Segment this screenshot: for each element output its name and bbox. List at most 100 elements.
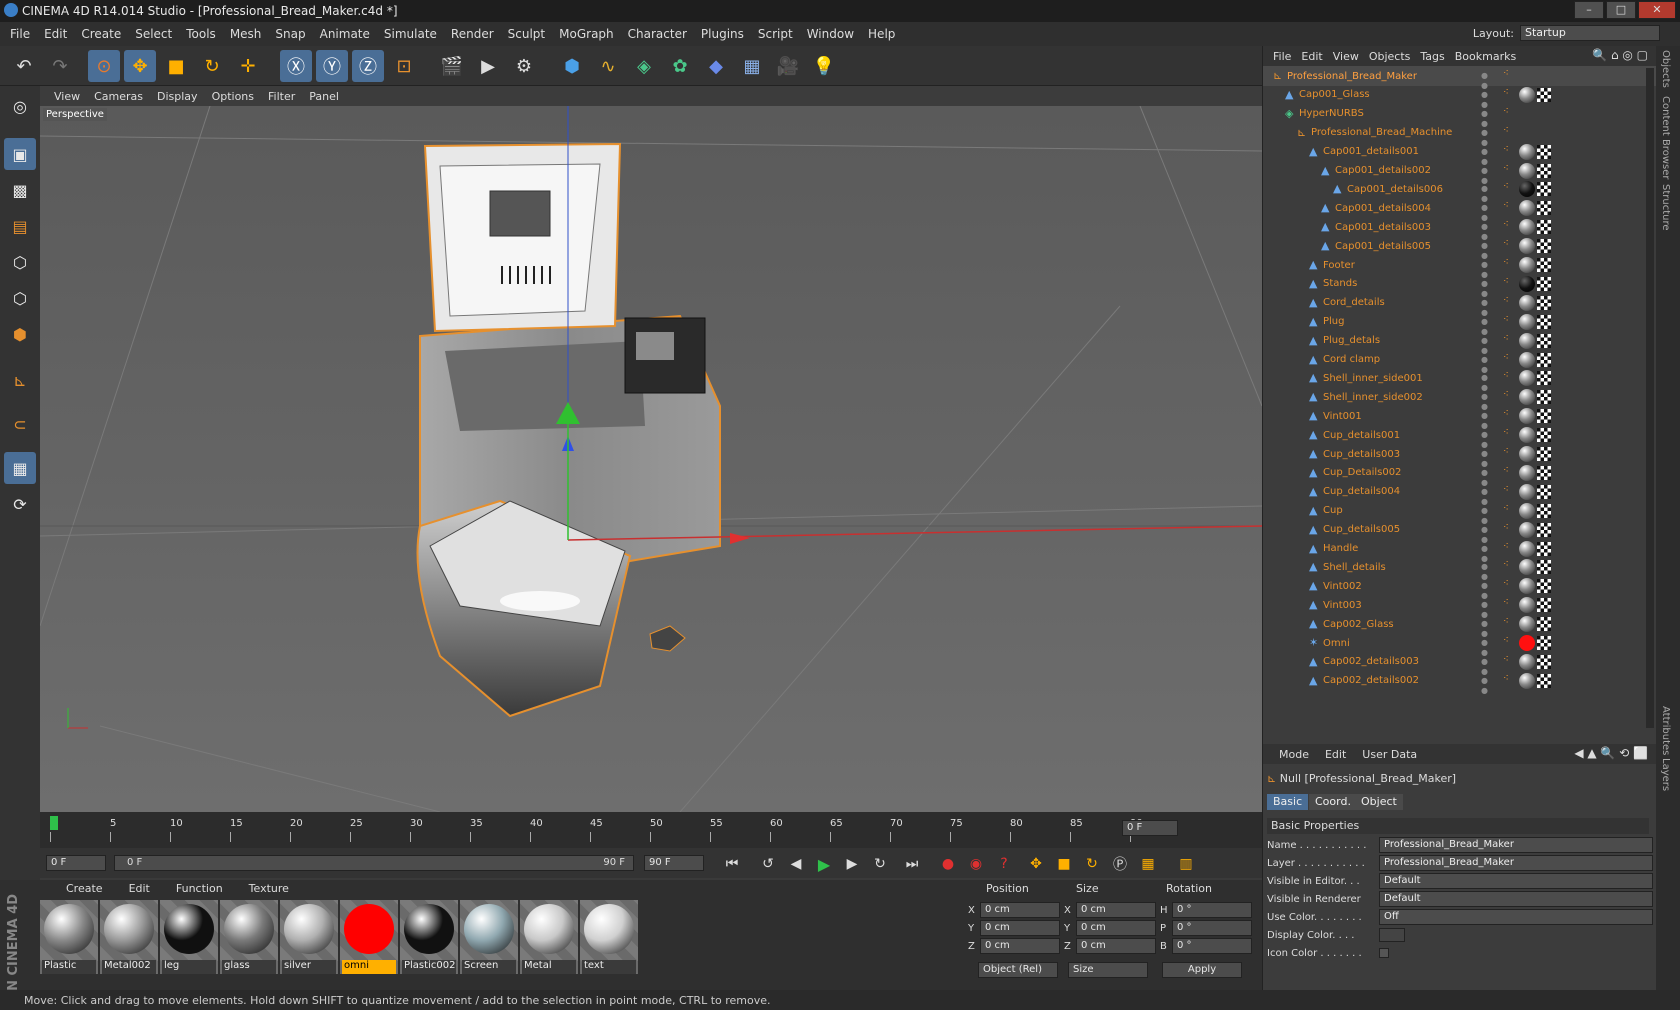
z-axis-lock-icon[interactable]: Ⓩ (352, 50, 384, 82)
make-editable-icon[interactable]: ◎ (4, 90, 36, 122)
render-picture-viewer-icon[interactable]: ▶ (472, 50, 504, 82)
texture-tag-icon[interactable] (1537, 654, 1551, 669)
phong-tag-icon[interactable]: ⁖ (1503, 200, 1517, 216)
y-axis-lock-icon[interactable]: Ⓨ (316, 50, 348, 82)
texture-tag-icon[interactable] (1537, 163, 1551, 178)
next-key-icon[interactable]: ↻ (864, 848, 896, 880)
visibility-dots-icon[interactable]: ● ● (1481, 90, 1495, 109)
material-tag-icon[interactable] (1519, 653, 1535, 670)
texture-tag-icon[interactable] (1537, 87, 1551, 102)
attribute-nav-icon[interactable]: ◀ ▲ 🔍 ⟲ ⬜ (1574, 746, 1648, 760)
minimize-button[interactable]: – (1574, 1, 1604, 19)
end-frame-field[interactable]: 90 F (644, 855, 704, 871)
keyframe-selection-icon[interactable]: ? (988, 848, 1020, 880)
object-menu-file[interactable]: File (1273, 50, 1291, 63)
phong-tag-icon[interactable]: ⁖ (1503, 87, 1517, 103)
texture-tag-icon[interactable] (1537, 295, 1551, 310)
texture-tag-icon[interactable] (1537, 447, 1551, 461)
undo-icon[interactable]: ↶ (8, 50, 40, 82)
visibility-dots-icon[interactable]: ● ● (1481, 468, 1495, 487)
object-row[interactable]: ▲ Cap002_details002 ● ● ⁖ (1263, 671, 1657, 695)
visibility-dots-icon[interactable]: ● ● (1481, 317, 1495, 336)
tab-coord[interactable]: Coord. (1309, 794, 1357, 810)
menu-item-snap[interactable]: Snap (275, 27, 305, 41)
array-icon[interactable]: ✿ (664, 50, 696, 82)
texture-tag-icon[interactable] (1537, 182, 1551, 197)
phong-tag-icon[interactable]: ⁖ (1503, 465, 1517, 481)
visibility-dots-icon[interactable]: ● ● (1481, 222, 1495, 241)
material-swatch[interactable]: Metal (520, 900, 578, 974)
visibility-dots-icon[interactable]: ● ● (1481, 657, 1495, 676)
material-tag-icon[interactable] (1519, 257, 1535, 273)
viewport-menu-panel[interactable]: Panel (309, 90, 339, 103)
object-menu-edit[interactable]: Edit (1301, 50, 1322, 63)
object-row[interactable]: ▲ Cap001_details006 ● ● ⁖ (1263, 179, 1657, 203)
material-tag-icon[interactable] (1519, 635, 1535, 651)
texture-tag-icon[interactable] (1537, 352, 1551, 367)
visibility-dots-icon[interactable]: ● ● (1481, 525, 1495, 544)
phong-tag-icon[interactable]: ⁖ (1503, 314, 1517, 330)
object-row[interactable]: ▲ Cap002_Glass ● ● ⁖ (1263, 614, 1657, 638)
material-tag-icon[interactable] (1519, 351, 1535, 368)
visibility-dots-icon[interactable]: ● ● (1481, 279, 1495, 298)
texture-tag-icon[interactable] (1537, 201, 1551, 216)
visibility-dots-icon[interactable]: ● ● (1481, 392, 1495, 411)
phong-tag-icon[interactable]: ⁖ (1503, 446, 1517, 462)
object-row[interactable]: ▲ Stands ● ● ⁖ (1263, 274, 1657, 298)
phong-tag-icon[interactable]: ⁖ (1503, 144, 1517, 160)
phong-tag-icon[interactable]: ⁖ (1503, 389, 1517, 405)
visibility-dots-icon[interactable]: ● ● (1481, 638, 1495, 657)
menu-item-edit[interactable]: Edit (44, 27, 67, 41)
attribute-menu-mode[interactable]: Mode (1279, 748, 1309, 761)
render-settings-icon[interactable]: ⚙ (508, 50, 540, 82)
texture-tag-icon[interactable] (1537, 503, 1551, 518)
phong-tag-icon[interactable]: ⁖ (1503, 295, 1517, 311)
menu-item-animate[interactable]: Animate (320, 27, 370, 41)
display-color-swatch[interactable] (1379, 928, 1405, 942)
coord-size-field[interactable]: 0 cm (1076, 938, 1156, 954)
go-to-start-icon[interactable]: ⏮ (716, 848, 748, 880)
side-tab-attributes[interactable]: Attributes (1660, 706, 1671, 755)
material-swatch[interactable]: Plastic002 (400, 900, 458, 974)
material-tag-icon[interactable] (1519, 313, 1535, 330)
locked-workplane-icon[interactable]: ⟳ (4, 488, 36, 520)
texture-tag-icon[interactable] (1537, 390, 1551, 405)
texture-tag-icon[interactable] (1537, 579, 1551, 594)
property-value[interactable]: Default (1379, 891, 1653, 907)
light-icon[interactable]: 💡 (808, 50, 840, 82)
object-row[interactable]: ▲ Shell_details ● ● ⁖ (1263, 557, 1657, 581)
visibility-dots-icon[interactable]: ● ● (1481, 600, 1495, 619)
material-tag-icon[interactable] (1519, 181, 1535, 198)
object-row[interactable]: ▲ Plug ● ● ⁖ (1263, 312, 1657, 336)
material-tag-icon[interactable] (1519, 672, 1535, 689)
material-swatch[interactable]: omni (340, 900, 398, 974)
object-scrollbar[interactable] (1646, 68, 1654, 728)
texture-tag-icon[interactable] (1537, 428, 1551, 443)
visibility-dots-icon[interactable]: ● ● (1481, 544, 1495, 563)
object-row[interactable]: ▲ Shell_inner_side002 ● ● ⁖ (1263, 387, 1657, 411)
material-tag-icon[interactable] (1519, 86, 1535, 103)
visibility-dots-icon[interactable]: ● ● (1481, 203, 1495, 222)
phong-tag-icon[interactable]: ⁖ (1503, 427, 1517, 443)
viewport-menu-filter[interactable]: Filter (268, 90, 295, 103)
material-tag-icon[interactable] (1519, 162, 1535, 179)
coord-pos-field[interactable]: 0 cm (980, 902, 1060, 918)
phong-tag-icon[interactable]: ⁖ (1503, 257, 1517, 273)
object-row[interactable]: ▲ Cap002_details003 ● ● ⁖ (1263, 652, 1657, 676)
texture-tag-icon[interactable] (1537, 598, 1551, 613)
phong-tag-icon[interactable]: ⁖ (1503, 181, 1517, 197)
phong-tag-icon[interactable]: ⁖ (1503, 333, 1517, 349)
material-tag-icon[interactable] (1519, 427, 1535, 444)
object-row[interactable]: ▲ Footer ● ● ⁖ (1263, 255, 1657, 279)
object-row[interactable]: ▲ Cap001_details001 ● ● ⁖ (1263, 142, 1657, 166)
current-frame-field[interactable]: 0 F (1122, 820, 1178, 836)
texture-tag-icon[interactable] (1537, 144, 1551, 159)
material-tag-icon[interactable] (1519, 408, 1535, 425)
coord-size-field[interactable]: 0 cm (1076, 920, 1156, 936)
visibility-dots-icon[interactable]: ● ● (1481, 336, 1495, 355)
coord-pos-field[interactable]: 0 cm (980, 938, 1060, 954)
coord-rot-field[interactable]: 0 ° (1172, 920, 1252, 936)
nurbs-icon[interactable]: ◈ (628, 50, 660, 82)
phong-tag-icon[interactable]: ⁖ (1503, 541, 1517, 557)
viewport-menu-display[interactable]: Display (157, 90, 198, 103)
